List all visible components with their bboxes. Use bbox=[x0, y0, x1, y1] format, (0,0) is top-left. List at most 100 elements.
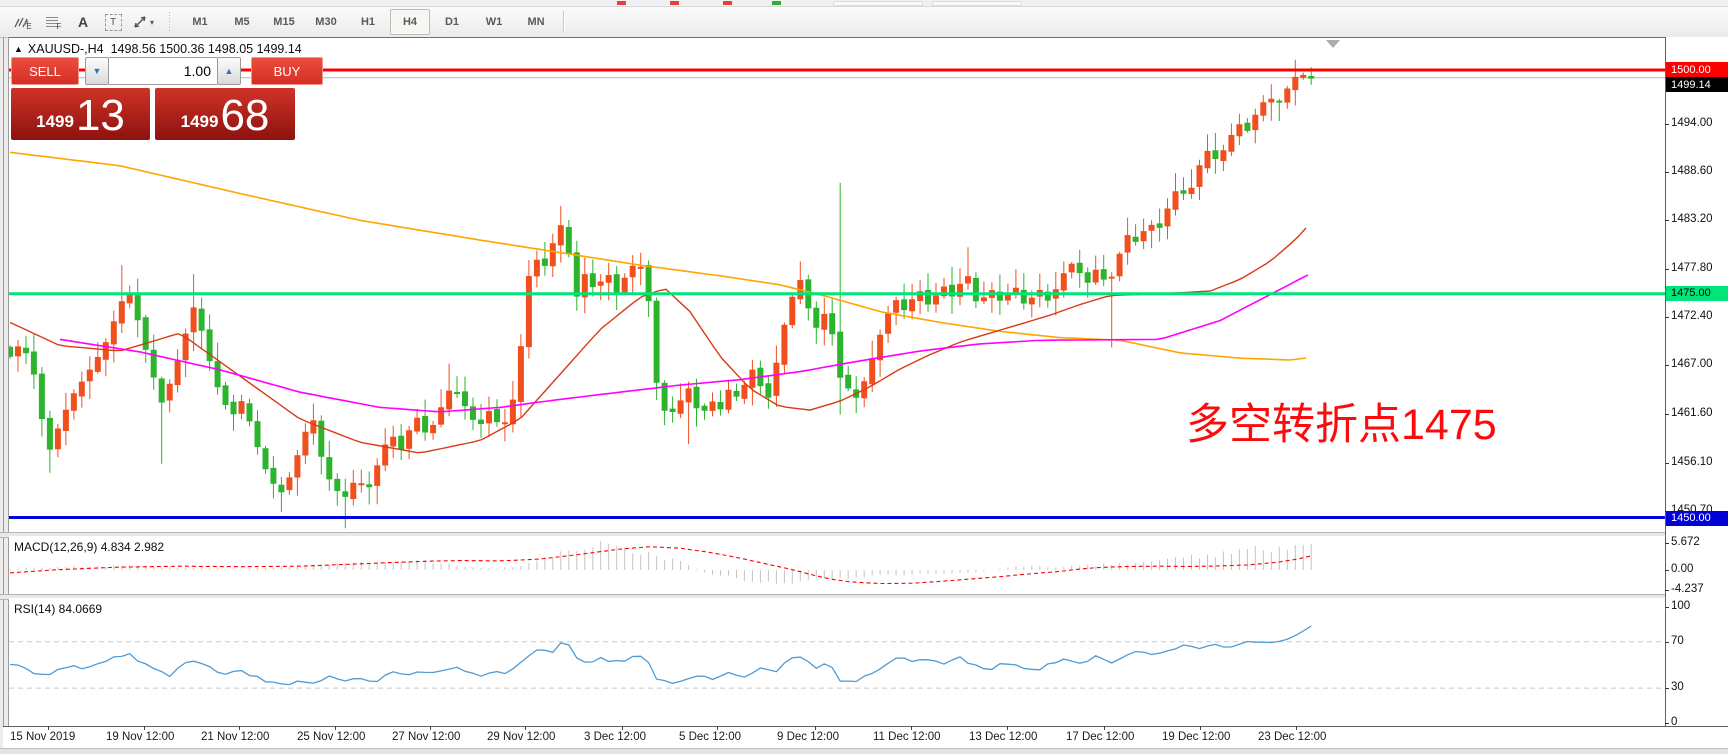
date-tick-mark bbox=[48, 726, 49, 730]
price-badge-support: 1450.00 bbox=[1666, 511, 1728, 526]
top-toolbar-fragment bbox=[0, 0, 1728, 7]
timeframe-h4[interactable]: H4 bbox=[390, 9, 430, 35]
date-tick-mark bbox=[1200, 726, 1201, 730]
macd-panel[interactable] bbox=[9, 536, 1665, 594]
toolbar-grip[interactable] bbox=[168, 12, 173, 32]
date-tick-mark bbox=[1104, 726, 1105, 730]
buy-price-small: 1499 bbox=[181, 112, 219, 132]
timeframe-d1[interactable]: D1 bbox=[432, 9, 472, 35]
buy-price-big: 68 bbox=[220, 96, 269, 136]
rsi-tick-mark bbox=[1665, 607, 1669, 608]
price-tick-mark bbox=[1665, 220, 1669, 221]
timeframe-m15[interactable]: M15 bbox=[264, 9, 304, 35]
date-tick-label: 25 Nov 12:00 bbox=[297, 731, 365, 743]
date-tick-label: 19 Nov 12:00 bbox=[106, 731, 174, 743]
price-tick-label: 1477.80 bbox=[1671, 262, 1713, 274]
date-tick-mark bbox=[430, 726, 431, 730]
grid-icon[interactable]: F bbox=[39, 9, 67, 35]
date-tick-label: 3 Dec 12:00 bbox=[584, 731, 646, 743]
timeframe-group: M1M5M15M30H1H4D1W1MN bbox=[179, 9, 557, 35]
fragment-field bbox=[833, 1, 923, 6]
price-tick-label: 1456.10 bbox=[1671, 456, 1713, 468]
timeframe-w1[interactable]: W1 bbox=[474, 9, 514, 35]
cursor-tools-icon[interactable]: ▾ bbox=[129, 9, 157, 35]
date-tick-label: 21 Nov 12:00 bbox=[201, 731, 269, 743]
date-tick-mark bbox=[815, 726, 816, 730]
timeframe-m1[interactable]: M1 bbox=[180, 9, 220, 35]
date-tick-label: 29 Nov 12:00 bbox=[487, 731, 555, 743]
chart-shift-marker-icon[interactable] bbox=[1326, 40, 1340, 48]
macd-tick-mark bbox=[1665, 570, 1669, 571]
timeframe-mn[interactable]: MN bbox=[516, 9, 556, 35]
price-tick-mark bbox=[1665, 317, 1669, 318]
price-badge-pivot: 1475.00 bbox=[1666, 286, 1728, 301]
macd-tick-label: 5.672 bbox=[1671, 536, 1700, 548]
macd-label: MACD(12,26,9) 4.834 2.982 bbox=[14, 540, 164, 554]
sell-price-box[interactable]: 1499 13 bbox=[11, 88, 150, 140]
price-tick-mark bbox=[1665, 172, 1669, 173]
date-tick-label: 13 Dec 12:00 bbox=[969, 731, 1037, 743]
volume-input[interactable] bbox=[109, 57, 217, 85]
price-tick-mark bbox=[1665, 463, 1669, 464]
buy-price-box[interactable]: 1499 68 bbox=[155, 88, 295, 140]
one-click-trading-panel: SELL ▼ ▲ BUY 1499 13 1499 68 bbox=[11, 57, 341, 140]
macd-tick-mark bbox=[1665, 543, 1669, 544]
rsi-panel[interactable] bbox=[9, 598, 1665, 726]
dropdown-caret-icon: ▾ bbox=[150, 18, 154, 27]
sell-price-small: 1499 bbox=[36, 112, 74, 132]
ohlc-readout: 1498.56 1500.36 1498.05 1499.14 bbox=[111, 42, 302, 56]
date-tick-mark bbox=[911, 726, 912, 730]
price-tick-mark bbox=[1665, 124, 1669, 125]
price-badge-resistance: 1500.00 bbox=[1666, 62, 1728, 77]
date-tick-label: 17 Dec 12:00 bbox=[1066, 731, 1134, 743]
rsi-tick-mark bbox=[1665, 642, 1669, 643]
font-icon[interactable]: A bbox=[69, 9, 97, 35]
date-tick-mark bbox=[717, 726, 718, 730]
price-tick-mark bbox=[1665, 365, 1669, 366]
rsi-label: RSI(14) 84.0669 bbox=[14, 602, 102, 616]
price-tick-label: 1494.00 bbox=[1671, 117, 1713, 129]
date-tick-label: 23 Dec 12:00 bbox=[1258, 731, 1326, 743]
fragment-icon bbox=[772, 1, 781, 5]
date-tick-label: 19 Dec 12:00 bbox=[1162, 731, 1230, 743]
buy-button[interactable]: BUY bbox=[251, 57, 323, 85]
fragment-icon bbox=[723, 1, 732, 5]
fragment-icon bbox=[670, 1, 679, 5]
rsi-tick-label: 100 bbox=[1671, 600, 1690, 612]
window-bottom-edge bbox=[0, 748, 1728, 754]
timeframe-m5[interactable]: M5 bbox=[222, 9, 262, 35]
date-tick-mark bbox=[335, 726, 336, 730]
date-tick-label: 15 Nov 2019 bbox=[10, 731, 75, 743]
date-tick-mark bbox=[144, 726, 145, 730]
macd-tick-label: 0.00 bbox=[1671, 563, 1693, 575]
symbol-marker-icon: ▲ bbox=[14, 44, 23, 54]
volume-increase-button[interactable]: ▲ bbox=[217, 57, 241, 85]
price-tick-mark bbox=[1665, 269, 1669, 270]
rsi-tick-mark bbox=[1665, 688, 1669, 689]
chart-toolbar: E F A T ▾ M1M5M15M30H1H4D1W1MN bbox=[0, 7, 1728, 38]
price-tick-label: 1461.60 bbox=[1671, 407, 1713, 419]
date-tick-label: 11 Dec 12:00 bbox=[873, 731, 941, 743]
text-label-icon[interactable]: T bbox=[99, 9, 127, 35]
toolbar-separator bbox=[563, 11, 564, 33]
text-label-glyph: T bbox=[105, 14, 122, 31]
price-badge-current: 1499.14 bbox=[1666, 77, 1728, 92]
volume-decrease-button[interactable]: ▼ bbox=[85, 57, 109, 85]
macd-tick-mark bbox=[1665, 590, 1669, 591]
fragment-field bbox=[932, 1, 1022, 6]
window-left-border bbox=[3, 37, 4, 747]
indicators-icon[interactable]: E bbox=[9, 9, 37, 35]
date-tick-mark bbox=[1007, 726, 1008, 730]
price-tick-mark bbox=[1665, 414, 1669, 415]
price-tick-label: 1472.40 bbox=[1671, 310, 1713, 322]
timeframe-m30[interactable]: M30 bbox=[306, 9, 346, 35]
sell-price-big: 13 bbox=[76, 96, 125, 136]
sell-button[interactable]: SELL bbox=[11, 57, 79, 85]
rsi-tick-label: 70 bbox=[1671, 635, 1684, 647]
date-tick-mark bbox=[622, 726, 623, 730]
indicators-sub: E bbox=[26, 22, 31, 31]
rsi-tick-label: 30 bbox=[1671, 681, 1684, 693]
timeframe-h1[interactable]: H1 bbox=[348, 9, 388, 35]
chart-annotation: 多空转折点1475 bbox=[1186, 390, 1497, 452]
date-tick-mark bbox=[1296, 726, 1297, 730]
